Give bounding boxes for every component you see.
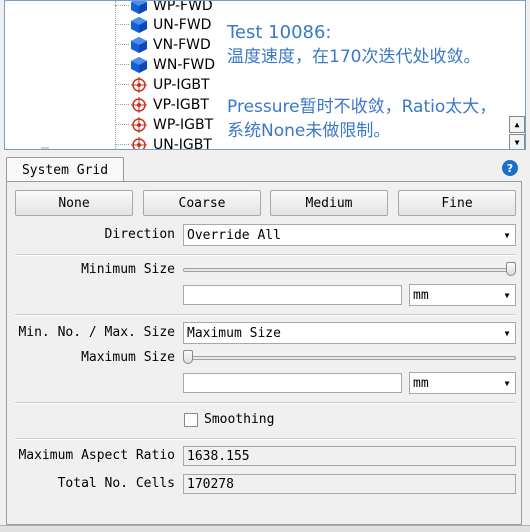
minimum-size-label: Minimum Size — [81, 262, 175, 277]
coarse-button[interactable]: Coarse — [143, 190, 261, 216]
tree-item[interactable]: UP-IGBT — [115, 75, 210, 95]
annotation-overlay: Test 10086: 温度速度，在170次迭代处收敛。 Pressure暂时不… — [227, 21, 517, 143]
horizontal-scroll-thumb[interactable] — [41, 147, 49, 149]
tab-body: None Coarse Medium Fine Direction Overri… — [6, 181, 522, 525]
maximum-size-unit: mm — [413, 375, 429, 391]
tree-panel[interactable]: WP-FWD UN-FWD VN-FWD WN-FWD UP-IGBT VP-I… — [4, 0, 526, 150]
maximum-size-unit-select[interactable]: mm ▼ — [409, 372, 516, 394]
tree-item-label: VN-FWD — [153, 37, 211, 53]
overlay-line-1: Test 10086: — [227, 22, 332, 43]
maximum-size-input[interactable] — [183, 373, 402, 393]
overlay-line-3: Pressure暂时不收敛，Ratio太大， — [227, 97, 497, 117]
smoothing-checkbox[interactable] — [184, 413, 198, 427]
maximum-size-slider[interactable] — [183, 356, 516, 360]
min-max-select[interactable]: Maximum Size ▼ — [183, 322, 516, 344]
total-cells-value: 170278 — [183, 474, 516, 494]
cube-icon — [129, 55, 149, 75]
overlay-line-4: 系统None未做限制。 — [227, 121, 391, 141]
divider — [15, 402, 515, 404]
minimum-size-input[interactable] — [183, 285, 402, 305]
none-button[interactable]: None — [15, 190, 133, 216]
minimum-size-unit-select[interactable]: mm ▼ — [409, 284, 516, 306]
minimum-size-unit: mm — [413, 287, 429, 303]
scroll-up-arrow-icon[interactable]: ▲ — [509, 116, 525, 133]
minimum-size-slider-thumb[interactable] — [506, 262, 516, 276]
direction-label: Direction — [104, 227, 175, 242]
target-icon — [129, 95, 149, 115]
system-grid-panel: System Grid ? None Coarse Medium Fine Di… — [4, 155, 526, 525]
direction-select[interactable]: Override All ▼ — [183, 224, 516, 246]
tree-item[interactable]: VP-IGBT — [115, 95, 209, 115]
tree-item[interactable]: WN-FWD — [115, 55, 215, 75]
chevron-down-icon: ▼ — [504, 378, 510, 388]
cube-icon — [129, 1, 149, 16]
chevron-down-icon: ▼ — [504, 230, 510, 240]
tree-item-label: WP-IGBT — [153, 117, 214, 133]
help-icon[interactable]: ? — [502, 160, 518, 176]
maximum-size-label: Maximum Size — [81, 350, 175, 365]
divider — [15, 254, 515, 256]
smoothing-label: Smoothing — [204, 412, 275, 427]
target-icon — [129, 115, 149, 135]
scroll-down-arrow-icon[interactable]: ▼ — [509, 134, 525, 149]
direction-value: Override All — [187, 227, 281, 243]
total-cells-label: Total No. Cells — [57, 476, 175, 491]
min-max-value: Maximum Size — [187, 325, 281, 341]
tree-item-label: UN-IGBT — [153, 137, 212, 150]
fine-button[interactable]: Fine — [398, 190, 516, 216]
min-max-label: Min. No. / Max. Size — [18, 325, 175, 340]
maximum-size-slider-thumb[interactable] — [183, 350, 193, 364]
target-icon — [129, 75, 149, 95]
tree-item-label: UP-IGBT — [153, 77, 210, 93]
tree-item-label: VP-IGBT — [153, 97, 209, 113]
tree-scrollbar[interactable]: ▲ ▼ — [509, 115, 525, 149]
tree-item[interactable]: VN-FWD — [115, 35, 211, 55]
tab-system-grid[interactable]: System Grid — [6, 157, 124, 182]
cube-icon — [129, 35, 149, 55]
tree-item-label: WP-FWD — [153, 0, 213, 14]
divider — [15, 438, 515, 440]
tree-item[interactable]: WP-FWD — [115, 0, 213, 16]
target-icon — [129, 135, 149, 149]
chevron-down-icon: ▼ — [504, 290, 510, 300]
cube-icon — [129, 15, 149, 35]
tree-item[interactable]: UN-IGBT — [115, 135, 212, 150]
chevron-down-icon: ▼ — [504, 328, 510, 338]
aspect-ratio-value: 1638.155 — [183, 446, 516, 466]
tree-item[interactable]: UN-FWD — [115, 15, 211, 35]
aspect-ratio-label: Maximum Aspect Ratio — [18, 448, 175, 463]
tree-item[interactable]: WP-IGBT — [115, 115, 213, 135]
overlay-line-2: 温度速度，在170次迭代处收敛。 — [227, 47, 481, 67]
tree-item-label: UN-FWD — [153, 17, 212, 33]
divider — [15, 314, 515, 316]
medium-button[interactable]: Medium — [270, 190, 388, 216]
minimum-size-slider[interactable] — [183, 268, 516, 272]
tree-item-label: WN-FWD — [153, 57, 216, 73]
